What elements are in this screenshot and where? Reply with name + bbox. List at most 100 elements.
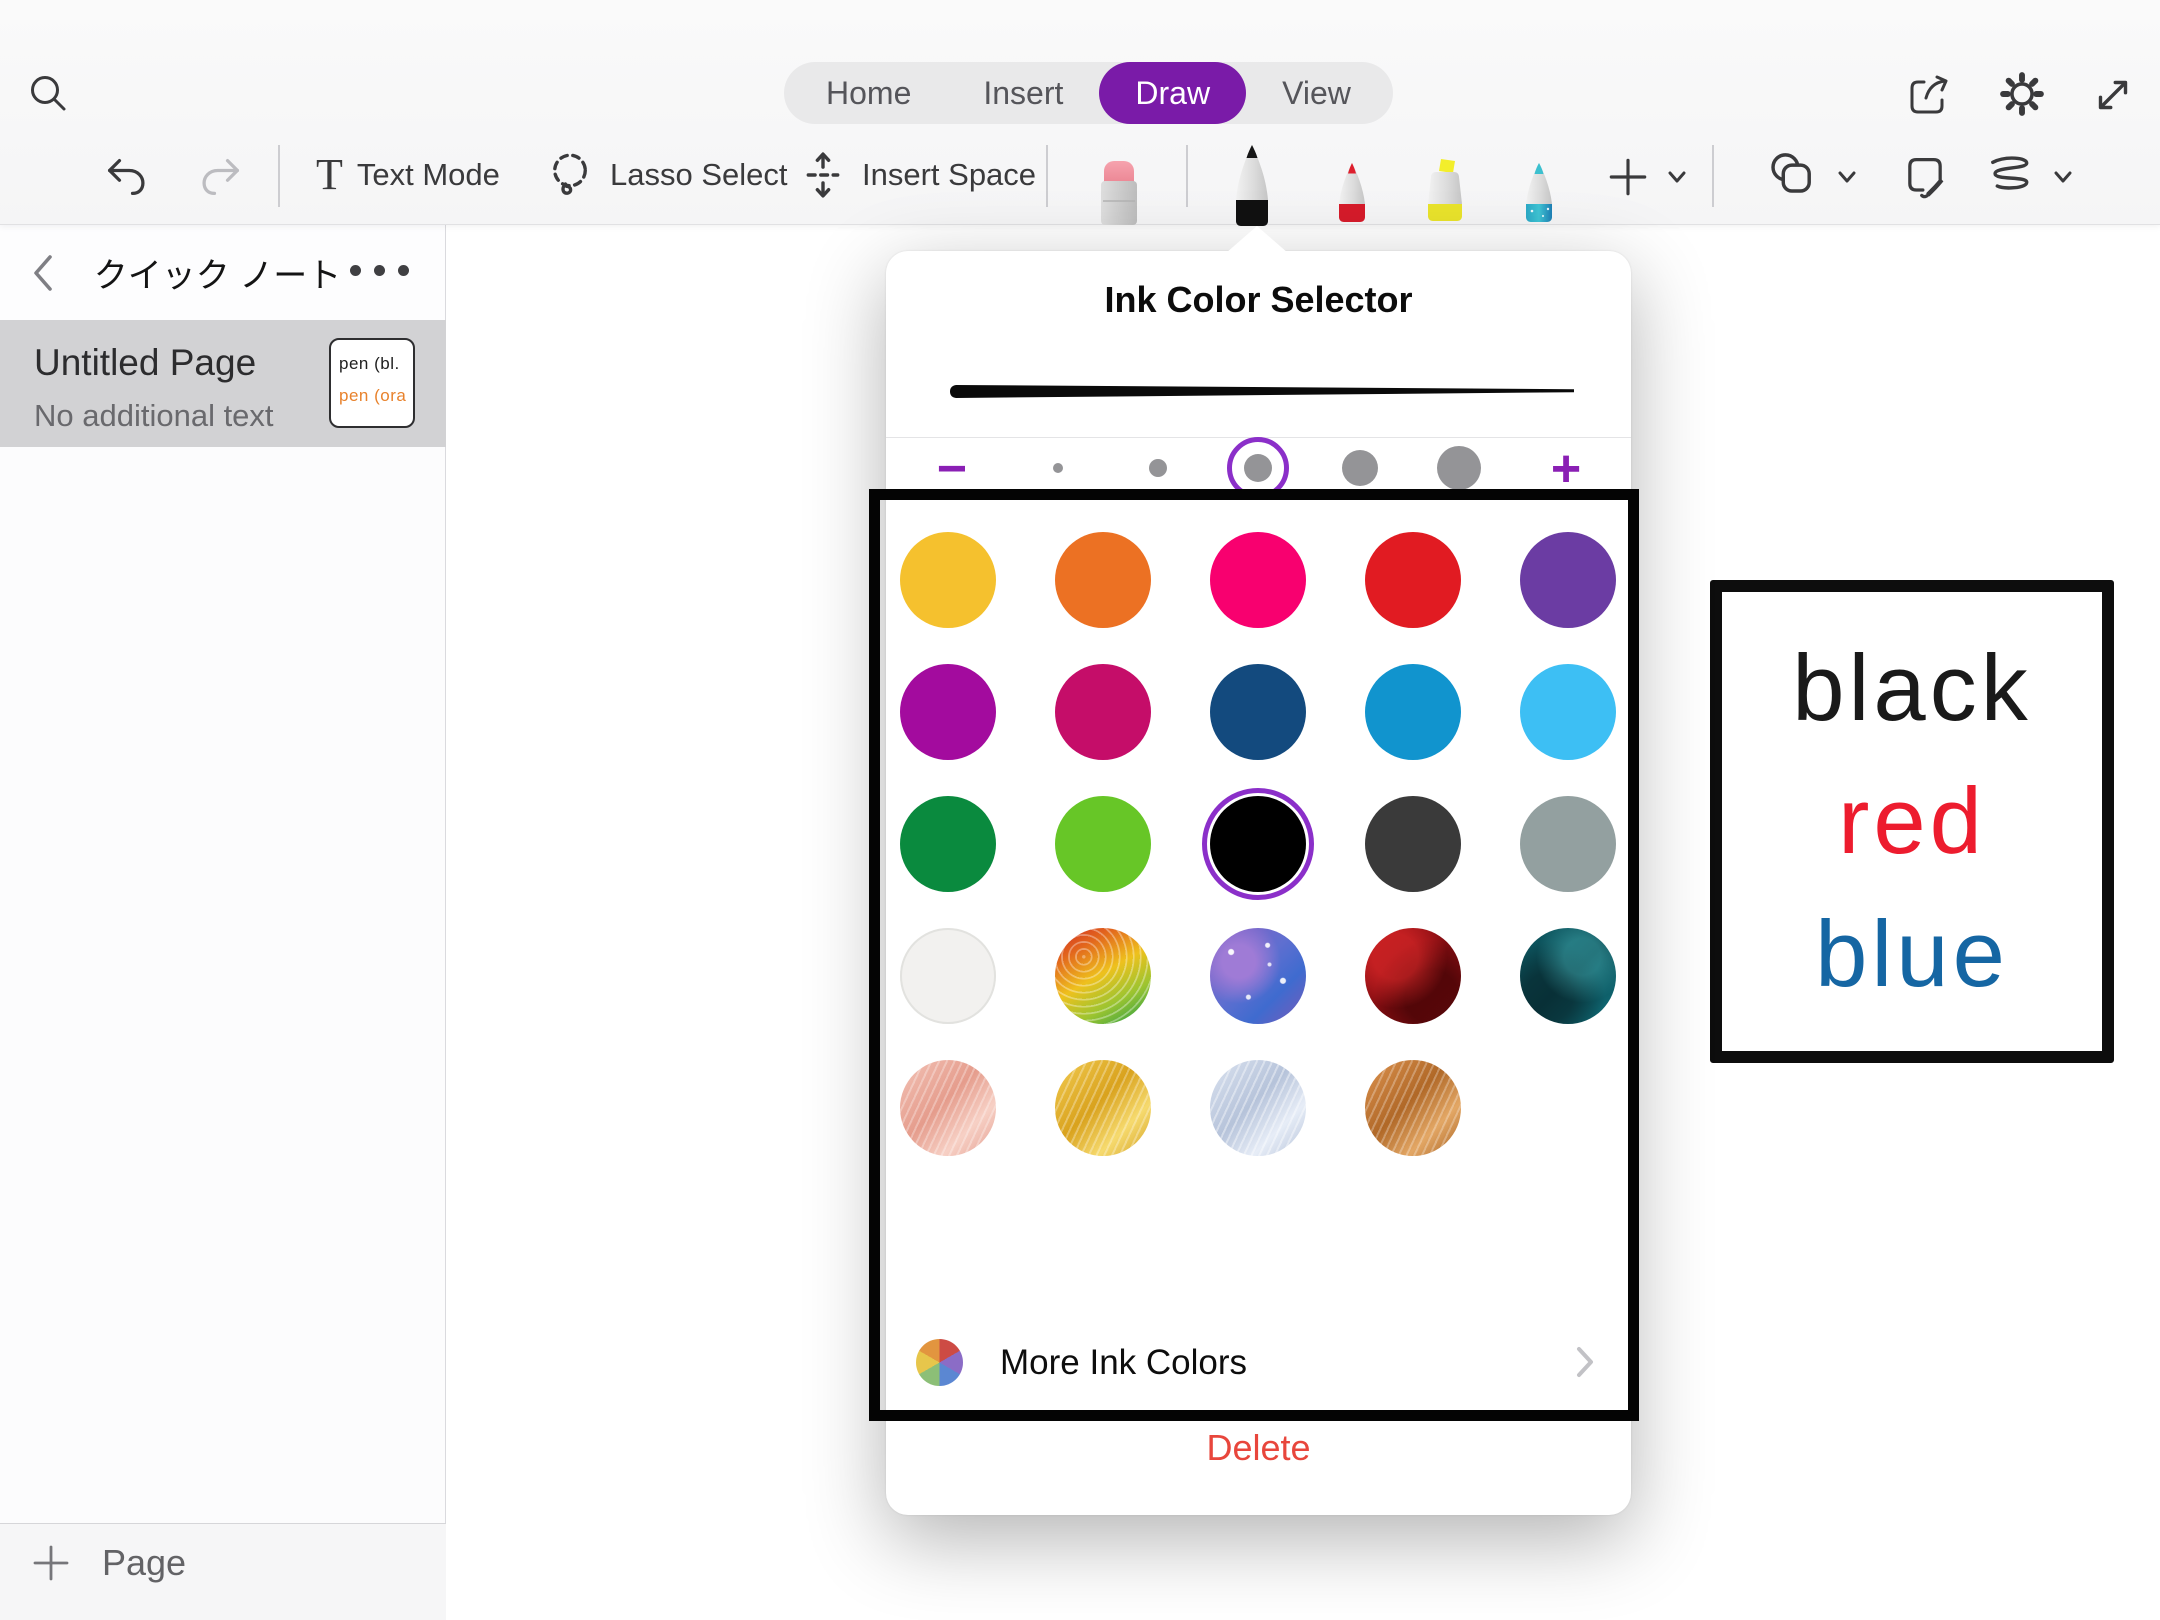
- ink-color-dark-pink[interactable]: [1055, 664, 1151, 760]
- ink-word-red: red: [1838, 758, 1986, 885]
- text-mode-button[interactable]: T Text Mode: [316, 125, 500, 225]
- redo-icon: [197, 153, 245, 201]
- ink-color-orange[interactable]: [1055, 532, 1151, 628]
- convert-ink-button[interactable]: [1899, 151, 1951, 203]
- ink-color-gold[interactable]: [1055, 1060, 1151, 1156]
- page-thumbnail: pen (bl.pen (ora: [329, 338, 415, 428]
- onenote-app: HomeInsertDrawView: [0, 0, 2160, 1620]
- stroke-size-dot-5[interactable]: [1428, 437, 1490, 499]
- stroke-size-dot-4[interactable]: [1329, 437, 1391, 499]
- ellipsis-icon: [398, 265, 409, 276]
- toolbar-divider: [278, 145, 280, 207]
- ink-color-light-blue[interactable]: [1520, 664, 1616, 760]
- size-dot: [1244, 454, 1272, 482]
- chevron-left-icon: [30, 253, 56, 293]
- ink-color-red[interactable]: [1365, 532, 1461, 628]
- decrease-size-button[interactable]: −: [922, 439, 982, 499]
- add-page-button[interactable]: Page: [30, 1542, 186, 1584]
- text-mode-label: Text Mode: [357, 157, 500, 193]
- shapes-button[interactable]: [1766, 150, 1820, 204]
- ink-color-black[interactable]: [1210, 796, 1306, 892]
- ink-color-gray[interactable]: [1520, 796, 1616, 892]
- insert-space-button[interactable]: Insert Space: [798, 125, 1036, 225]
- stroke-size-dot-2[interactable]: [1127, 437, 1189, 499]
- shapes-dropdown[interactable]: [1836, 169, 1858, 185]
- add-pen-button[interactable]: [1605, 154, 1651, 200]
- size-dot: [1437, 446, 1481, 490]
- ink-color-dark-gray[interactable]: [1365, 796, 1461, 892]
- increase-size-button[interactable]: +: [1536, 439, 1596, 499]
- galaxy-pencil-icon: [1516, 161, 1562, 225]
- more-ink-colors-label: More Ink Colors: [1000, 1343, 1247, 1383]
- size-dot: [1053, 463, 1063, 473]
- ink-color-blue[interactable]: [1365, 664, 1461, 760]
- back-button[interactable]: [30, 253, 56, 293]
- thumbnail-ink-line: pen (ora: [339, 380, 413, 412]
- pencil-galaxy[interactable]: [1516, 161, 1562, 230]
- color-wheel-icon: [916, 1339, 963, 1386]
- tab-bar: HomeInsertDrawView: [784, 62, 1393, 124]
- ink-color-rose-gold[interactable]: [900, 1060, 996, 1156]
- ink-color-bronze[interactable]: [1365, 1060, 1461, 1156]
- undo-button[interactable]: [102, 153, 150, 201]
- highlighter-icon: [1419, 157, 1471, 225]
- ink-word-blue: blue: [1815, 891, 2009, 1018]
- ink-color-silver[interactable]: [1210, 1060, 1306, 1156]
- ink-color-galaxy[interactable]: [1210, 928, 1306, 1024]
- share-button[interactable]: [1904, 70, 1954, 120]
- eraser-tool[interactable]: [1094, 157, 1144, 232]
- page-list-sidebar: クイック ノート Untitled Page No additional tex…: [0, 225, 446, 1620]
- ink-color-dark-blue[interactable]: [1210, 664, 1306, 760]
- gear-icon: [1996, 68, 2048, 120]
- ink-color-white[interactable]: [900, 928, 996, 1024]
- ink-color-teal-texture[interactable]: [1520, 928, 1616, 1024]
- ink-color-light-green[interactable]: [1055, 796, 1151, 892]
- search-button[interactable]: [26, 72, 72, 118]
- tab-insert[interactable]: Insert: [947, 62, 1099, 124]
- lasso-select-button[interactable]: Lasso Select: [544, 125, 788, 225]
- page-pen-icon: [1899, 151, 1951, 203]
- more-options-button[interactable]: [350, 265, 409, 276]
- more-ink-colors-button[interactable]: More Ink Colors: [886, 1331, 1631, 1393]
- pen-black-selected[interactable]: [1226, 143, 1278, 232]
- tab-home[interactable]: Home: [790, 62, 947, 124]
- sidebar-footer: Page: [0, 1523, 446, 1620]
- highlighter-yellow[interactable]: [1419, 157, 1471, 230]
- add-page-label: Page: [102, 1542, 186, 1584]
- ink-replay-button[interactable]: [1986, 153, 2038, 201]
- stroke-size-dot-3[interactable]: [1227, 437, 1289, 499]
- ink-color-rainbow-glitter[interactable]: [1055, 928, 1151, 1024]
- fullscreen-button[interactable]: [2088, 70, 2138, 120]
- settings-button[interactable]: [1996, 68, 2048, 120]
- popup-arrow: [1226, 226, 1288, 253]
- chevron-right-icon: [1575, 1345, 1595, 1379]
- ink-color-pink[interactable]: [1210, 532, 1306, 628]
- expand-icon: [2088, 70, 2138, 120]
- insert-space-label: Insert Space: [862, 157, 1036, 193]
- shapes-icon: [1766, 150, 1820, 204]
- ink-color-magenta[interactable]: [900, 664, 996, 760]
- stroke-size-dot-1[interactable]: [1027, 437, 1089, 499]
- plus-icon: [1605, 154, 1651, 200]
- tab-draw[interactable]: Draw: [1099, 62, 1246, 124]
- toolbar-divider: [1186, 145, 1188, 207]
- ink-color-dark-red-marble[interactable]: [1365, 928, 1461, 1024]
- pen-red[interactable]: [1329, 161, 1375, 230]
- black-pen-icon: [1226, 143, 1278, 227]
- page-list-item-selected[interactable]: Untitled Page No additional text pen (bl…: [0, 320, 446, 447]
- drawn-rectangle: blackredblue: [1710, 580, 2114, 1063]
- tab-view[interactable]: View: [1246, 62, 1387, 124]
- ink-color-purple[interactable]: [1520, 532, 1616, 628]
- insert-space-icon: [798, 149, 848, 201]
- toolbar-divider: [1046, 145, 1048, 207]
- delete-pen-button[interactable]: Delete: [886, 1427, 1631, 1477]
- ink-color-yellow[interactable]: [900, 532, 996, 628]
- add-pen-dropdown[interactable]: [1666, 169, 1688, 185]
- eraser-icon: [1094, 157, 1144, 227]
- redo-button[interactable]: [197, 153, 245, 201]
- ink-replay-dropdown[interactable]: [2052, 169, 2074, 185]
- undo-icon: [102, 153, 150, 201]
- ink-color-green[interactable]: [900, 796, 996, 892]
- lasso-select-label: Lasso Select: [610, 157, 788, 193]
- stroke-size-row: − +: [886, 437, 1631, 547]
